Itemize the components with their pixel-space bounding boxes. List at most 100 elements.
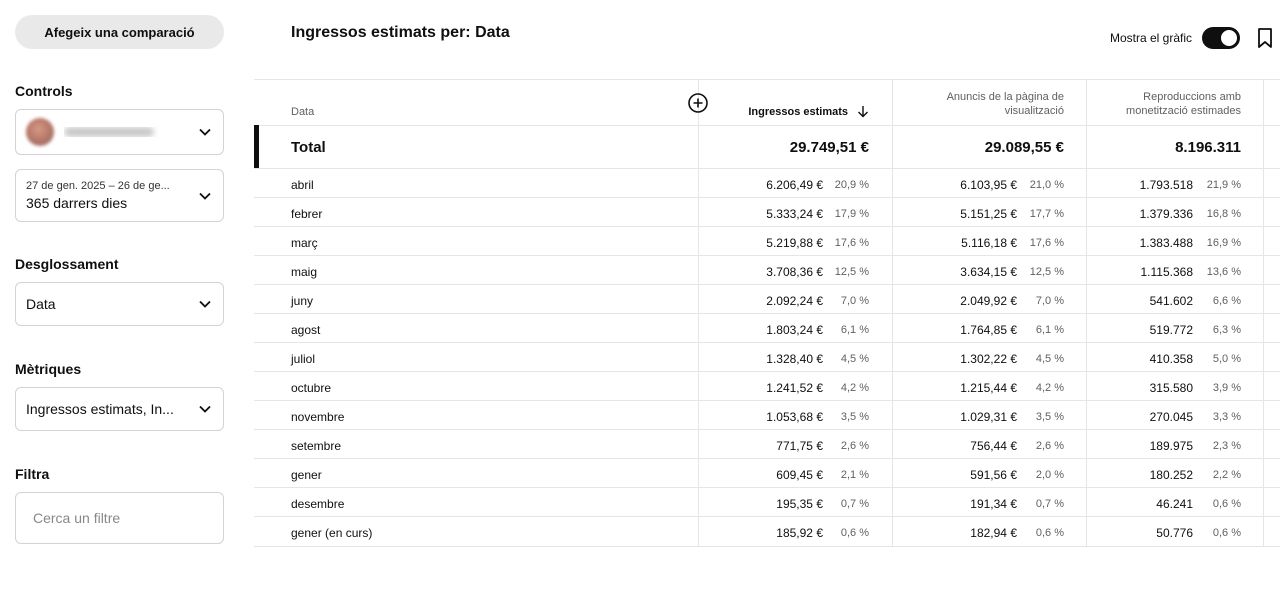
row-watch-page-ads: 3.634,15 €: [960, 265, 1017, 279]
row-monetized-playbacks-percent: 3,9 %: [1212, 382, 1241, 394]
row-revenue-percent: 4,5 %: [840, 353, 869, 365]
column-header-watch-page-ads[interactable]: Anuncis de la pàgina de visualització: [947, 90, 1064, 118]
filter-search-input[interactable]: Cerca un filtre: [15, 492, 224, 544]
row-monetized-playbacks-percent: 5,0 %: [1212, 353, 1241, 365]
row-label[interactable]: octubre: [291, 381, 331, 395]
row-revenue-percent: 4,2 %: [840, 382, 869, 394]
row-divider: [254, 400, 1280, 401]
add-comparison-button[interactable]: Afegeix una comparació: [15, 15, 224, 49]
row-monetized-playbacks: 189.975: [1149, 439, 1193, 453]
row-divider: [254, 458, 1280, 459]
row-monetized-playbacks-percent: 21,9 %: [1206, 179, 1241, 191]
row-monetized-playbacks-percent: 16,8 %: [1206, 208, 1241, 220]
row-divider: [254, 371, 1280, 372]
page-title: Ingressos estimats per: Data: [291, 24, 510, 41]
row-watch-page-ads: 191,34 €: [970, 497, 1017, 511]
row-label[interactable]: setembre: [291, 439, 341, 453]
column-header-revenue[interactable]: Ingressos estimats: [748, 105, 848, 119]
header-divider: [254, 125, 1280, 126]
column-header-monetized-playbacks[interactable]: Reproduccions amb monetització estimades: [1126, 90, 1241, 118]
row-revenue-percent: 20,9 %: [834, 179, 869, 191]
breakdown-label: Desglossament: [15, 256, 119, 272]
row-watch-page-ads-percent: 21,0 %: [1029, 179, 1064, 191]
row-label[interactable]: maig: [291, 265, 317, 279]
row-label[interactable]: desembre: [291, 497, 344, 511]
row-divider: [254, 487, 1280, 488]
row-revenue: 5.333,24 €: [766, 207, 823, 221]
chevron-down-icon: [199, 405, 211, 413]
row-monetized-playbacks: 410.358: [1149, 352, 1193, 366]
metrics-value: Ingressos estimats, In...: [26, 401, 174, 417]
row-label[interactable]: agost: [291, 323, 320, 337]
table-bottom-divider: [254, 546, 1280, 547]
row-monetized-playbacks-percent: 3,3 %: [1212, 411, 1241, 423]
row-watch-page-ads-percent: 12,5 %: [1029, 266, 1064, 278]
row-watch-page-ads: 5.151,25 €: [960, 207, 1017, 221]
row-revenue: 5.219,88 €: [766, 236, 823, 250]
row-monetized-playbacks-percent: 2,3 %: [1212, 440, 1241, 452]
row-label[interactable]: març: [291, 236, 318, 250]
total-divider: [254, 168, 1280, 169]
row-revenue: 185,92 €: [776, 526, 823, 540]
row-watch-page-ads-percent: 0,7 %: [1035, 498, 1064, 510]
row-revenue: 771,75 €: [776, 439, 823, 453]
row-monetized-playbacks: 315.580: [1149, 381, 1193, 395]
row-monetized-playbacks: 180.252: [1149, 468, 1193, 482]
plus-circle-icon[interactable]: [687, 92, 709, 114]
metrics-label: Mètriques: [15, 361, 82, 377]
row-label[interactable]: abril: [291, 178, 314, 192]
row-revenue-percent: 17,6 %: [834, 237, 869, 249]
row-divider: [254, 313, 1280, 314]
row-monetized-playbacks-percent: 2,2 %: [1212, 469, 1241, 481]
row-revenue-percent: 0,7 %: [840, 498, 869, 510]
row-divider: [254, 197, 1280, 198]
row-divider: [254, 226, 1280, 227]
row-monetized-playbacks-percent: 6,6 %: [1212, 295, 1241, 307]
row-label[interactable]: febrer: [291, 207, 322, 221]
row-divider: [254, 342, 1280, 343]
row-revenue-percent: 2,6 %: [840, 440, 869, 452]
total-revenue: 29.749,51 €: [789, 139, 869, 156]
row-watch-page-ads-percent: 2,0 %: [1035, 469, 1064, 481]
row-watch-page-ads-percent: 7,0 %: [1035, 295, 1064, 307]
bookmark-icon[interactable]: [1256, 27, 1274, 49]
show-chart-toggle[interactable]: [1202, 27, 1240, 49]
row-monetized-playbacks: 46.241: [1156, 497, 1193, 511]
arrow-down-icon[interactable]: [857, 105, 869, 118]
row-watch-page-ads: 182,94 €: [970, 526, 1017, 540]
row-label[interactable]: gener: [291, 468, 322, 482]
row-label[interactable]: novembre: [291, 410, 344, 424]
metrics-selector[interactable]: Ingressos estimats, In...: [15, 387, 224, 431]
date-range-text: 27 de gen. 2025 – 26 de ge...: [26, 180, 170, 192]
chevron-down-icon: [199, 128, 211, 136]
row-label[interactable]: gener (en curs): [291, 526, 372, 540]
row-monetized-playbacks: 1.115.368: [1140, 265, 1194, 279]
row-monetized-playbacks-percent: 0,6 %: [1212, 498, 1241, 510]
row-divider: [254, 429, 1280, 430]
table-top-divider: [254, 79, 1280, 80]
row-revenue: 609,45 €: [776, 468, 823, 482]
toggle-knob: [1221, 30, 1237, 46]
total-monetized-playbacks: 8.196.311: [1175, 139, 1241, 156]
column-header-date[interactable]: Data: [291, 105, 314, 119]
breakdown-selector[interactable]: Data: [15, 282, 224, 326]
row-label[interactable]: juny: [291, 294, 313, 308]
row-label[interactable]: juliol: [291, 352, 315, 366]
row-divider: [254, 284, 1280, 285]
row-watch-page-ads-percent: 4,2 %: [1035, 382, 1064, 394]
row-revenue: 1.241,52 €: [766, 381, 823, 395]
date-range-selector[interactable]: 27 de gen. 2025 – 26 de ge... 365 darrer…: [15, 169, 224, 222]
row-monetized-playbacks: 1.793.518: [1139, 178, 1193, 192]
row-monetized-playbacks: 50.776: [1156, 526, 1193, 540]
row-revenue: 1.328,40 €: [766, 352, 823, 366]
row-watch-page-ads: 1.215,44 €: [960, 381, 1017, 395]
row-monetized-playbacks: 1.383.488: [1139, 236, 1193, 250]
row-watch-page-ads-percent: 2,6 %: [1035, 440, 1064, 452]
chevron-down-icon: [199, 192, 211, 200]
row-watch-page-ads: 2.049,92 €: [960, 294, 1017, 308]
channel-selector[interactable]: [15, 109, 224, 155]
row-monetized-playbacks-percent: 0,6 %: [1212, 527, 1241, 539]
row-revenue-percent: 17,9 %: [834, 208, 869, 220]
row-revenue-percent: 12,5 %: [834, 266, 869, 278]
row-watch-page-ads-percent: 17,7 %: [1029, 208, 1064, 220]
